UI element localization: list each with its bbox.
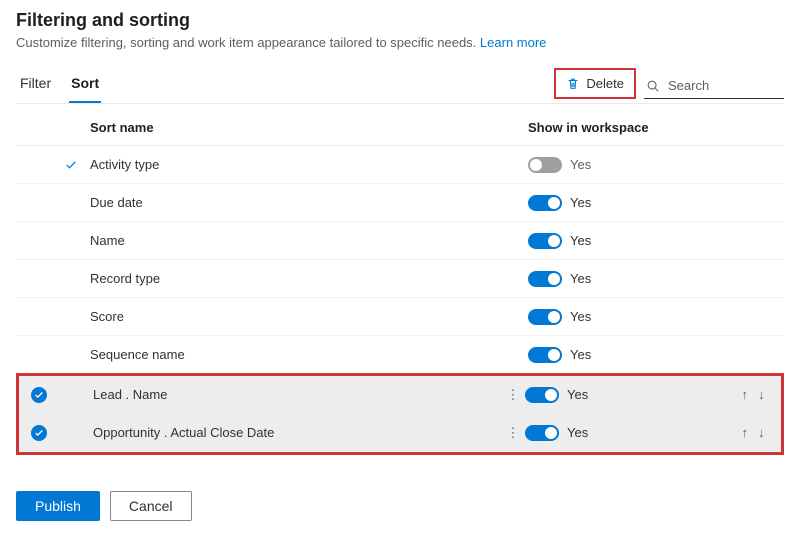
learn-more-link[interactable]: Learn more xyxy=(480,35,546,50)
show-in-workspace-toggle[interactable] xyxy=(528,347,562,363)
sort-name-cell: Name xyxy=(86,233,504,248)
column-sort-name[interactable]: Sort name xyxy=(86,120,504,135)
move-up-icon[interactable]: ↑ xyxy=(742,387,749,402)
row-selected-icon[interactable] xyxy=(31,425,47,441)
search-icon xyxy=(646,79,660,93)
row-selected-icon[interactable] xyxy=(31,387,47,403)
show-in-workspace-toggle[interactable] xyxy=(525,387,559,403)
toggle-label: Yes xyxy=(570,347,591,362)
table-row[interactable]: Sequence name Yes xyxy=(16,336,784,374)
show-in-workspace-toggle[interactable] xyxy=(528,157,562,173)
more-options-icon[interactable]: ⋮ xyxy=(507,387,520,402)
delete-button[interactable]: Delete xyxy=(556,70,634,97)
table-row[interactable]: Opportunity . Actual Close Date ⋮ Yes ↑ ↓ xyxy=(19,414,781,452)
table-row[interactable]: Due date Yes xyxy=(16,184,784,222)
show-in-workspace-toggle[interactable] xyxy=(528,233,562,249)
toggle-label: Yes xyxy=(570,157,591,172)
move-down-icon[interactable]: ↓ xyxy=(758,425,765,440)
table-row[interactable]: Record type Yes xyxy=(16,260,784,298)
toggle-label: Yes xyxy=(570,233,591,248)
table-row[interactable]: Activity type Yes xyxy=(16,146,784,184)
sort-table: Sort name Show in workspace Activity typ… xyxy=(16,110,784,455)
show-in-workspace-toggle[interactable] xyxy=(528,195,562,211)
table-row[interactable]: Lead . Name ⋮ Yes ↑ ↓ xyxy=(19,376,781,414)
tabs: Filter Sort xyxy=(16,69,101,103)
page-title: Filtering and sorting xyxy=(16,10,784,31)
cancel-button[interactable]: Cancel xyxy=(110,491,192,521)
sort-name-cell: Score xyxy=(86,309,504,324)
delete-label: Delete xyxy=(586,76,624,91)
toggle-label: Yes xyxy=(567,387,588,402)
page-subtitle: Customize filtering, sorting and work it… xyxy=(16,35,784,50)
show-in-workspace-toggle[interactable] xyxy=(528,309,562,325)
sort-name-cell: Activity type xyxy=(86,157,504,172)
page: Filtering and sorting Customize filterin… xyxy=(0,0,800,537)
sort-name-cell: Opportunity . Actual Close Date xyxy=(89,425,501,440)
move-up-icon[interactable]: ↑ xyxy=(742,425,749,440)
publish-button[interactable]: Publish xyxy=(16,491,100,521)
show-in-workspace-toggle[interactable] xyxy=(525,425,559,441)
table-header: Sort name Show in workspace xyxy=(16,110,784,146)
sort-name-cell: Record type xyxy=(86,271,504,286)
selected-rows-group: Lead . Name⋮Yes↑↓Opportunity . Actual Cl… xyxy=(16,373,784,455)
table-row[interactable]: Name Yes xyxy=(16,222,784,260)
delete-highlight: Delete xyxy=(554,68,636,99)
search-box[interactable] xyxy=(644,73,784,99)
trash-icon xyxy=(566,77,580,91)
sort-name-cell: Lead . Name xyxy=(89,387,501,402)
command-bar: Filter Sort Delete xyxy=(16,68,784,104)
tab-filter[interactable]: Filter xyxy=(18,69,53,103)
footer-actions: Publish Cancel xyxy=(16,491,784,521)
more-options-icon[interactable]: ⋮ xyxy=(507,425,520,440)
toggle-label: Yes xyxy=(567,425,588,440)
toggle-label: Yes xyxy=(570,195,591,210)
table-row[interactable]: Score Yes xyxy=(16,298,784,336)
checkmark-icon xyxy=(64,158,78,172)
toggle-label: Yes xyxy=(570,309,591,324)
move-down-icon[interactable]: ↓ xyxy=(758,387,765,402)
toggle-label: Yes xyxy=(570,271,591,286)
show-in-workspace-toggle[interactable] xyxy=(528,271,562,287)
column-show-in-workspace[interactable]: Show in workspace xyxy=(528,120,728,135)
subtitle-text: Customize filtering, sorting and work it… xyxy=(16,35,476,50)
search-input[interactable] xyxy=(666,77,776,94)
sort-name-cell: Sequence name xyxy=(86,347,504,362)
tab-sort[interactable]: Sort xyxy=(69,69,101,103)
sort-name-cell: Due date xyxy=(86,195,504,210)
